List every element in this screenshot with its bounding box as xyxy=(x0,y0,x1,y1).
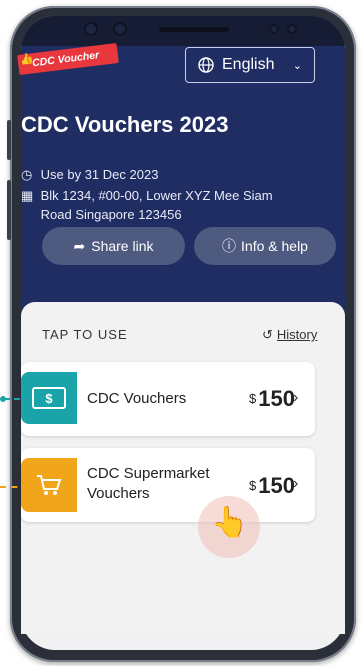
share-link-label: Share link xyxy=(91,238,154,254)
voucher-amount: $150 xyxy=(249,386,295,411)
phone-side-button xyxy=(7,120,11,160)
phone-side-button xyxy=(7,180,11,240)
address-row: ▦ Blk 1234, #00-00, Lower XYZ Mee Siam R… xyxy=(21,186,273,224)
language-label: English xyxy=(222,56,275,73)
svg-text:$: $ xyxy=(45,391,53,406)
history-label: History xyxy=(276,327,318,342)
share-link-button[interactable]: ➦ Share link xyxy=(42,227,185,265)
camera-icon xyxy=(115,24,125,34)
address-line-1: Blk 1234, #00-00, Lower XYZ Mee Siam xyxy=(40,188,273,203)
speaker-slot xyxy=(159,27,229,32)
card-name: CDC Supermarket Vouchers xyxy=(87,465,210,502)
chevron-right-icon: › xyxy=(293,389,299,406)
cdc-supermarket-vouchers-card[interactable]: CDC Supermarket Vouchers $150 › xyxy=(21,448,315,522)
share-icon: ➦ xyxy=(73,237,86,254)
connector-line xyxy=(4,398,40,400)
question-icon: ⓘ xyxy=(222,238,237,254)
clock-icon: ◷ xyxy=(21,167,33,182)
info-help-button[interactable]: ⓘ Info & help xyxy=(194,227,336,265)
pointing-hand-icon: 👆 xyxy=(211,506,249,539)
thumbs-up-icon: 👍 xyxy=(19,52,35,68)
voucher-amount: $150 xyxy=(249,473,295,498)
building-icon: ▦ xyxy=(21,188,34,203)
shopping-cart-icon xyxy=(21,458,77,512)
tap-to-use-label: TAP TO USE xyxy=(42,327,128,342)
camera-icon xyxy=(86,24,96,34)
address-line-2: Road Singapore 123456 xyxy=(40,207,182,222)
cdc-vouchers-card[interactable]: $ CDC Vouchers $150 › xyxy=(21,362,315,436)
language-selector[interactable]: English ⌄ xyxy=(185,47,315,83)
connector-line xyxy=(0,486,40,488)
use-by-text: Use by 31 Dec 2023 xyxy=(40,167,159,182)
chevron-right-icon: › xyxy=(293,475,299,492)
page-title: CDC Vouchers 2023 xyxy=(21,112,229,137)
chevron-down-icon: ⌄ xyxy=(292,59,302,72)
history-link[interactable]: ↺ History xyxy=(262,327,317,343)
sensor-icon xyxy=(289,26,295,32)
info-help-label: Info & help xyxy=(241,238,308,254)
status-bar xyxy=(21,16,345,46)
history-icon: ↺ xyxy=(262,327,273,342)
logo-text: CDC Voucher xyxy=(31,49,100,70)
globe-icon xyxy=(198,57,214,73)
use-by-row: ◷ Use by 31 Dec 2023 xyxy=(21,165,158,184)
card-name: CDC Vouchers xyxy=(87,390,187,407)
sensor-icon xyxy=(271,26,277,32)
